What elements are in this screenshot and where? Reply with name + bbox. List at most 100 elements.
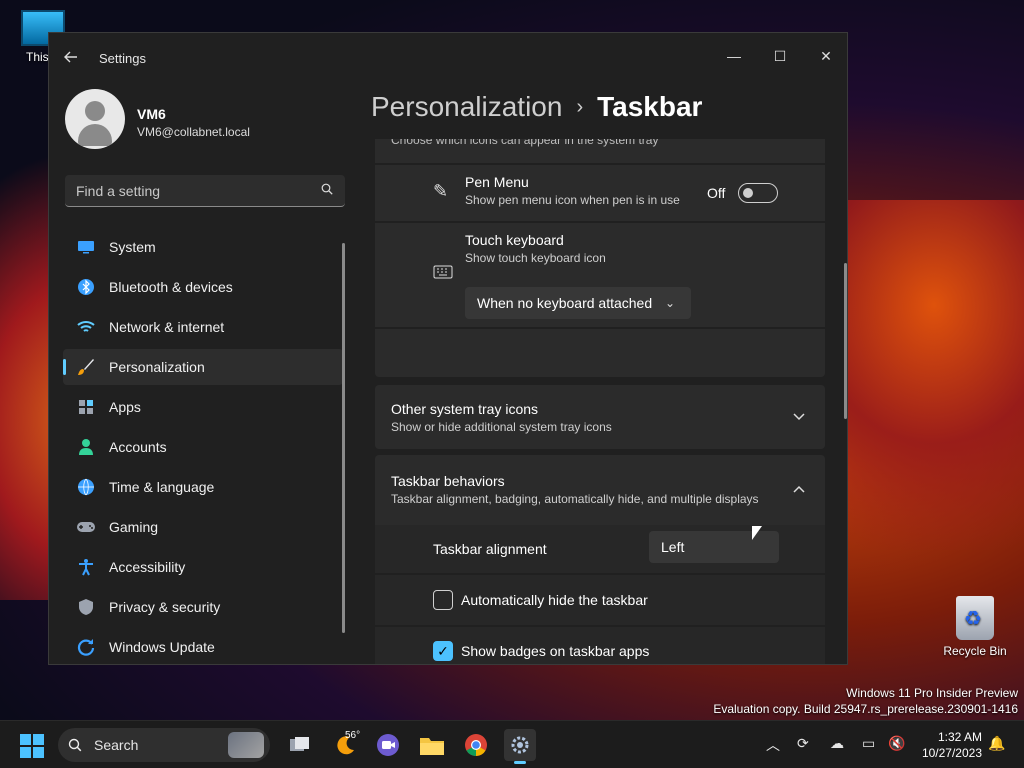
watermark-line2: Evaluation copy. Build 25947.rs_prerelea… (713, 702, 1018, 716)
monitor-icon (75, 238, 97, 256)
volume-muted-icon[interactable]: 🔇 (888, 735, 905, 752)
sidebar-item-accounts[interactable]: Accounts (63, 429, 343, 465)
cloud-icon[interactable]: ☁ (830, 735, 844, 752)
pen-menu-toggle[interactable] (738, 183, 778, 203)
settings-content: Choose which icons can appear in the sys… (375, 139, 825, 664)
profile-name: VM6 (137, 106, 166, 122)
gamepad-icon (75, 518, 97, 536)
video-camera-icon (377, 734, 399, 756)
sidebar-item-personalization[interactable]: Personalization (63, 349, 343, 385)
back-button[interactable] (63, 49, 83, 69)
content-scrollbar[interactable] (844, 263, 847, 419)
other-tray-icons-section[interactable]: Other system tray icons Show or hide add… (375, 385, 825, 449)
taskbar-behaviors-section[interactable]: Taskbar behaviors Taskbar alignment, bad… (375, 455, 825, 525)
shield-icon (75, 598, 97, 616)
truncated-description: Choose which icons can appear in the sys… (391, 139, 659, 147)
pen-menu-row: ✎ Pen Menu Show pen menu icon when pen i… (375, 165, 825, 221)
search-highlight-icon (228, 732, 264, 758)
pen-menu-title: Pen Menu (465, 174, 529, 190)
notification-bell-icon[interactable]: 🔔 (988, 735, 1005, 752)
touch-keyboard-dropdown[interactable]: When no keyboard attached ⌄ (465, 287, 691, 319)
search-input[interactable]: Find a setting (65, 175, 345, 207)
touch-keyboard-subtitle: Show touch keyboard icon (465, 251, 606, 265)
globe-clock-icon (75, 478, 97, 496)
taskbar-search[interactable]: Search (58, 728, 270, 762)
brush-icon (75, 358, 97, 376)
alignment-value: Left (661, 539, 685, 555)
file-explorer-button[interactable] (416, 729, 448, 761)
pen-icon: ✎ (433, 181, 449, 201)
auto-hide-label: Automatically hide the taskbar (461, 592, 648, 608)
sidebar-item-system[interactable]: System (63, 229, 343, 265)
start-tile (20, 747, 31, 758)
sidebar-item-gaming[interactable]: Gaming (63, 509, 343, 545)
sidebar-item-privacy-security[interactable]: Privacy & security (63, 589, 343, 625)
minimize-button[interactable]: — (711, 41, 757, 71)
mouse-cursor (752, 526, 762, 540)
pen-menu-subtitle: Show pen menu icon when pen is in use (465, 193, 680, 207)
search-placeholder: Find a setting (76, 183, 161, 199)
touch-keyboard-card-footer (375, 329, 825, 377)
sidebar-item-network-internet[interactable]: Network & internet (63, 309, 343, 345)
user-profile[interactable]: VM6 VM6@collabnet.local (65, 89, 355, 153)
maximize-button[interactable]: ☐ (757, 41, 803, 71)
keyboard-icon (433, 265, 453, 279)
sidebar-item-label: Personalization (109, 359, 205, 375)
sidebar-item-label: Gaming (109, 519, 159, 535)
build-watermark: Windows 11 Pro Insider Preview Evaluatio… (713, 685, 1018, 717)
auto-hide-row: Automatically hide the taskbar (375, 575, 825, 625)
auto-hide-checkbox[interactable] (433, 590, 453, 610)
sidebar-item-label: System (109, 239, 156, 255)
chrome-button[interactable] (460, 729, 492, 761)
search-icon (321, 183, 333, 195)
sidebar-item-label: Windows Update (109, 639, 215, 655)
sidebar-item-windows-update[interactable]: Windows Update (63, 629, 343, 664)
task-view-icon (290, 737, 309, 751)
clock[interactable]: 1:32 AM 10/27/2023 (912, 729, 982, 761)
sidebar-item-label: Accounts (109, 439, 167, 455)
start-tile (33, 747, 44, 758)
sidebar-item-bluetooth-devices[interactable]: Bluetooth & devices (63, 269, 343, 305)
close-button[interactable]: ✕ (803, 41, 847, 71)
other-tray-title: Other system tray icons (391, 401, 539, 417)
behaviors-title: Taskbar behaviors (391, 473, 505, 489)
start-button[interactable] (20, 734, 44, 758)
network-icon[interactable]: ▭ (862, 735, 875, 752)
weather-temperature: 56° (345, 730, 361, 741)
breadcrumb-separator: › (576, 96, 584, 118)
chevron-up-icon[interactable]: ︿ (766, 735, 780, 755)
watermark-line1: Windows 11 Pro Insider Preview (846, 686, 1018, 700)
avatar (65, 89, 125, 149)
sidebar-item-label: Privacy & security (109, 599, 221, 615)
title-bar: Settings — ☐ ✕ (49, 33, 847, 83)
chevron-up-icon (793, 485, 805, 493)
settings-taskbar-button[interactable] (504, 729, 536, 764)
breadcrumb-parent[interactable]: Personalization (371, 91, 562, 122)
bluetooth-icon (75, 278, 97, 296)
start-tile (20, 734, 31, 745)
badges-checkbox[interactable]: ✓ (433, 641, 453, 661)
other-tray-subtitle: Show or hide additional system tray icon… (391, 420, 612, 434)
sidebar-nav: System Bluetooth & devices Network & inter… (63, 229, 343, 664)
system-tray-card-bottom: Choose which icons can appear in the sys… (375, 139, 825, 163)
touch-keyboard-title: Touch keyboard (465, 232, 564, 248)
badges-row: ✓ Show badges on taskbar apps (375, 627, 825, 664)
alignment-label: Taskbar alignment (433, 541, 547, 557)
taskbar-search-placeholder: Search (94, 737, 139, 753)
sync-icon[interactable]: ⟳ (797, 735, 809, 752)
desktop-recycle-bin[interactable]: Recycle Bin (940, 596, 1010, 658)
wifi-icon (75, 318, 97, 336)
task-view-button[interactable] (284, 729, 316, 761)
sidebar-item-accessibility[interactable]: Accessibility (63, 549, 343, 585)
page-title: Taskbar (597, 91, 703, 122)
chevron-down-icon: ⌄ (664, 296, 675, 310)
sidebar-item-time-language[interactable]: Time & language (63, 469, 343, 505)
pen-menu-state: Off (707, 185, 726, 201)
sidebar-item-apps[interactable]: Apps (63, 389, 343, 425)
sidebar-item-label: Network & internet (109, 319, 225, 335)
sidebar-item-label: Apps (109, 399, 141, 415)
sidebar-scrollbar[interactable] (342, 243, 345, 633)
behaviors-subtitle: Taskbar alignment, badging, automaticall… (391, 492, 759, 506)
teams-meet-button[interactable] (372, 729, 404, 761)
arrow-left-icon (64, 51, 77, 63)
